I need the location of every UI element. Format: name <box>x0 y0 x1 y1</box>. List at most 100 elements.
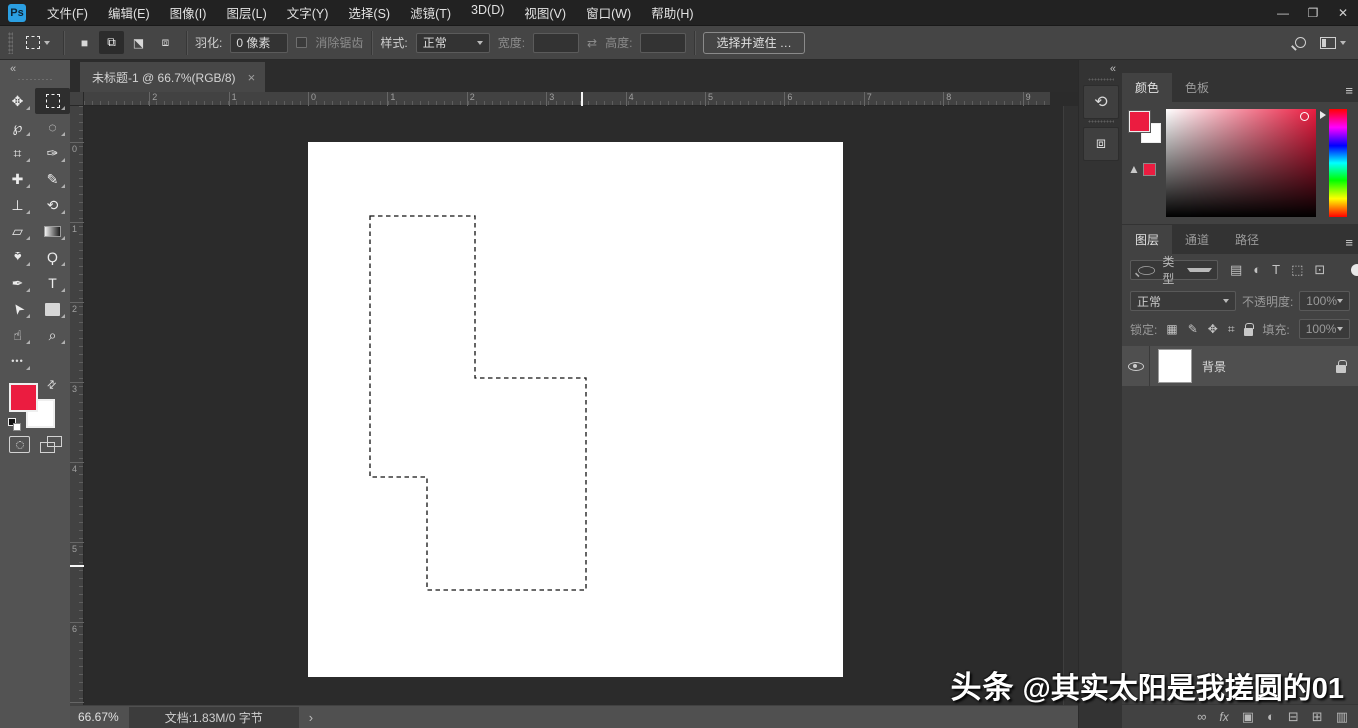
color-panel-tab-颜色[interactable]: 颜色 <box>1122 73 1173 102</box>
tool-preset-picker[interactable] <box>21 33 55 52</box>
search-icon[interactable] <box>1295 37 1306 48</box>
subtract-from-selection-mode[interactable]: ⬔ <box>126 31 151 54</box>
hue-slider[interactable] <box>1329 109 1347 217</box>
document-canvas[interactable] <box>308 142 843 677</box>
menu-item-文件(F)[interactable]: 文件(F) <box>38 0 97 26</box>
filter-type-layers-icon[interactable]: T <box>1272 262 1280 278</box>
filter-adjustment-layers-icon[interactable]: ◐ <box>1253 262 1261 278</box>
layer-row[interactable]: 背景 <box>1122 346 1358 386</box>
horizontal-ruler[interactable]: 2 1 0 1 2 3 4 5 6 7 8 9 <box>84 92 1050 106</box>
pen-tool[interactable]: ✒ <box>0 270 35 296</box>
vertical-ruler[interactable]: 01234567 <box>70 106 84 705</box>
link-layers-icon[interactable]: ∞ <box>1197 709 1206 724</box>
path-selection-tool[interactable]: ➤ <box>0 296 35 322</box>
menu-item-帮助(H)[interactable]: 帮助(H) <box>642 0 702 26</box>
default-colors-icon[interactable] <box>8 418 21 431</box>
saturation-brightness-field[interactable] <box>1166 109 1316 217</box>
layer-style-icon[interactable]: fx <box>1219 710 1228 724</box>
swap-dimensions-icon[interactable]: ⇄ <box>587 36 597 50</box>
rectangle-tool[interactable] <box>35 296 70 322</box>
layer-filter-toggle[interactable] <box>1351 264 1358 276</box>
layers-panel-tab-通道[interactable]: 通道 <box>1172 225 1222 254</box>
lock-transparency-icon[interactable]: ▦ <box>1166 322 1177 336</box>
lock-position-icon[interactable]: ✥ <box>1208 322 1218 336</box>
ruler-corner[interactable] <box>70 92 84 106</box>
restore-button[interactable]: ❐ <box>1298 0 1328 25</box>
expand-panels-icon[interactable]: « <box>1110 63 1116 75</box>
screen-mode-button[interactable] <box>40 436 62 453</box>
edit-toolbar-button[interactable]: ••• <box>0 348 35 374</box>
layer-thumbnail[interactable] <box>1158 349 1192 383</box>
dodge-tool[interactable]: Ϙ <box>35 244 70 270</box>
add-layer-mask-icon[interactable]: ▣ <box>1242 709 1254 725</box>
close-button[interactable]: ✕ <box>1328 0 1358 25</box>
fill-field[interactable]: 100% <box>1298 319 1350 339</box>
intersect-selection-mode[interactable]: ⧈ <box>153 31 178 54</box>
blend-mode-select[interactable]: 正常 <box>1130 291 1236 311</box>
filter-pixel-layers-icon[interactable]: ▤ <box>1230 262 1242 278</box>
foreground-color-swatch[interactable] <box>9 383 38 412</box>
close-tab-icon[interactable]: × <box>248 70 256 85</box>
select-and-mask-button[interactable]: 选择并遮住 … <box>703 31 805 54</box>
filter-smart-objects-icon[interactable]: ⊡ <box>1314 262 1325 278</box>
new-group-icon[interactable]: ⊟ <box>1288 709 1299 725</box>
history-brush-tool[interactable]: ⟲ <box>35 192 70 218</box>
new-adjustment-layer-icon[interactable]: ◐ <box>1267 709 1275 724</box>
color-panel-tab-色板[interactable]: 色板 <box>1172 73 1222 102</box>
filter-shape-layers-icon[interactable]: ⬚ <box>1291 262 1303 278</box>
menu-item-图像(I)[interactable]: 图像(I) <box>161 0 216 26</box>
collapse-toolbar-icon[interactable]: « <box>10 63 16 75</box>
menu-item-滤镜(T)[interactable]: 滤镜(T) <box>401 0 460 26</box>
menu-item-视图(V)[interactable]: 视图(V) <box>515 0 575 26</box>
history-panel-icon[interactable]: ⟲ <box>1083 78 1119 119</box>
delete-layer-icon[interactable]: ▥ <box>1336 709 1348 725</box>
layers-panel-tab-图层[interactable]: 图层 <box>1122 225 1173 254</box>
menu-item-选择(S)[interactable]: 选择(S) <box>339 0 399 26</box>
style-select[interactable]: 正常 <box>415 32 490 53</box>
foreground-color-swatch[interactable] <box>1128 110 1151 133</box>
type-tool[interactable]: T <box>35 270 70 296</box>
spot-healing-brush-tool[interactable]: ✚ <box>0 166 35 192</box>
color-field-selector[interactable] <box>1300 112 1309 121</box>
menu-item-编辑(E)[interactable]: 编辑(E) <box>99 0 159 26</box>
eraser-tool[interactable]: ▱ <box>0 218 35 244</box>
hand-tool[interactable]: ☝ <box>0 322 35 348</box>
menu-item-3D(D)[interactable]: 3D(D) <box>462 0 513 26</box>
opacity-field[interactable]: 100% <box>1299 291 1350 311</box>
quick-selection-tool[interactable]: ◌ <box>35 114 70 140</box>
minimize-button[interactable]: — <box>1268 0 1298 25</box>
lock-paint-icon[interactable]: ✎ <box>1188 322 1198 336</box>
gradient-tool[interactable] <box>35 218 70 244</box>
layers-panel-tab-路径[interactable]: 路径 <box>1222 225 1272 254</box>
menu-item-文字(Y)[interactable]: 文字(Y) <box>278 0 338 26</box>
panel-menu-icon[interactable]: ≡ <box>1345 235 1353 250</box>
blur-tool[interactable]: ♠ <box>0 244 35 270</box>
zoom-level-field[interactable]: 66.67% <box>78 710 119 724</box>
feather-input[interactable] <box>230 32 289 53</box>
new-selection-mode[interactable]: ■ <box>72 31 97 54</box>
new-layer-icon[interactable]: ⊞ <box>1312 709 1323 725</box>
crop-tool[interactable]: ⌗ <box>0 140 35 166</box>
width-input[interactable] <box>533 32 580 53</box>
status-expand-icon[interactable]: › <box>309 710 313 725</box>
lasso-tool[interactable]: ℘ <box>0 114 35 140</box>
panel-menu-icon[interactable]: ≡ <box>1345 83 1353 98</box>
properties-panel-icon[interactable]: ⧈ <box>1083 120 1119 161</box>
vertical-scrollbar[interactable] <box>1063 106 1078 705</box>
workspace-switcher-icon[interactable] <box>1320 36 1336 49</box>
document-tab[interactable]: 未标题-1 @ 66.7%(RGB/8) × <box>80 62 266 92</box>
swap-colors-icon[interactable]: ⇄ <box>44 377 59 392</box>
gamut-warning[interactable]: ▲ <box>1128 162 1156 176</box>
height-input[interactable] <box>640 32 687 53</box>
layer-filter-type-select[interactable]: 类型 <box>1130 255 1218 286</box>
lock-all-icon[interactable] <box>1243 322 1254 336</box>
layer-visibility-cell[interactable] <box>1122 346 1150 386</box>
rectangular-marquee-tool[interactable] <box>35 88 70 114</box>
quick-mask-button[interactable] <box>9 436 30 453</box>
menu-item-图层(L)[interactable]: 图层(L) <box>217 0 275 26</box>
menu-item-窗口(W)[interactable]: 窗口(W) <box>577 0 640 26</box>
zoom-tool[interactable]: ⌕ <box>35 322 70 348</box>
add-to-selection-mode[interactable]: ⧉ <box>99 31 124 54</box>
eyedropper-tool[interactable]: ✑ <box>35 140 70 166</box>
lock-artboard-icon[interactable]: ⌗ <box>1228 322 1235 337</box>
